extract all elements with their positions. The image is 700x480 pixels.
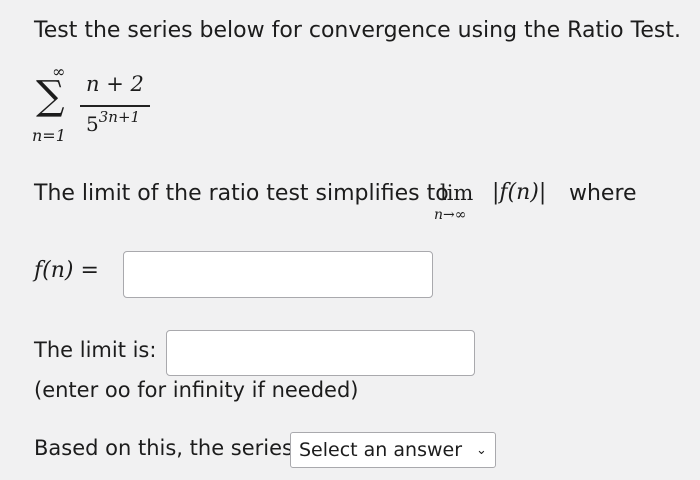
question-prompt: Test the series below for convergence us… — [34, 18, 681, 43]
fraction-denominator: 53n+1 — [86, 108, 141, 136]
limit-label: The limit is: — [34, 338, 157, 362]
series-expression: ∞ ∑ n=1 n + 2 53n+1 — [30, 62, 170, 152]
chevron-down-icon: ⌄ — [476, 442, 487, 458]
fn-input[interactable] — [123, 251, 433, 298]
lim-subscript: n→∞ — [434, 207, 467, 223]
sum-lower-limit: n=1 — [32, 126, 66, 145]
select-value: Select an answer — [299, 439, 463, 461]
where-text: where — [569, 181, 637, 206]
fraction-numerator: n + 2 — [86, 72, 144, 96]
lim-operator: lim — [440, 181, 474, 205]
fraction-bar — [80, 105, 150, 107]
sigma-symbol: ∑ — [36, 73, 65, 119]
fn-label: f(n) = — [34, 258, 99, 283]
conclusion-label: Based on this, the series — [34, 436, 293, 460]
limit-hint: (enter oo for infinity if needed) — [34, 378, 359, 402]
limit-input[interactable] — [166, 330, 475, 376]
convergence-select[interactable]: Select an answer ⌄ — [290, 432, 496, 468]
abs-fn-expression: |f(n)| — [492, 180, 547, 205]
ratio-text: The limit of the ratio test simplifies t… — [34, 181, 449, 206]
